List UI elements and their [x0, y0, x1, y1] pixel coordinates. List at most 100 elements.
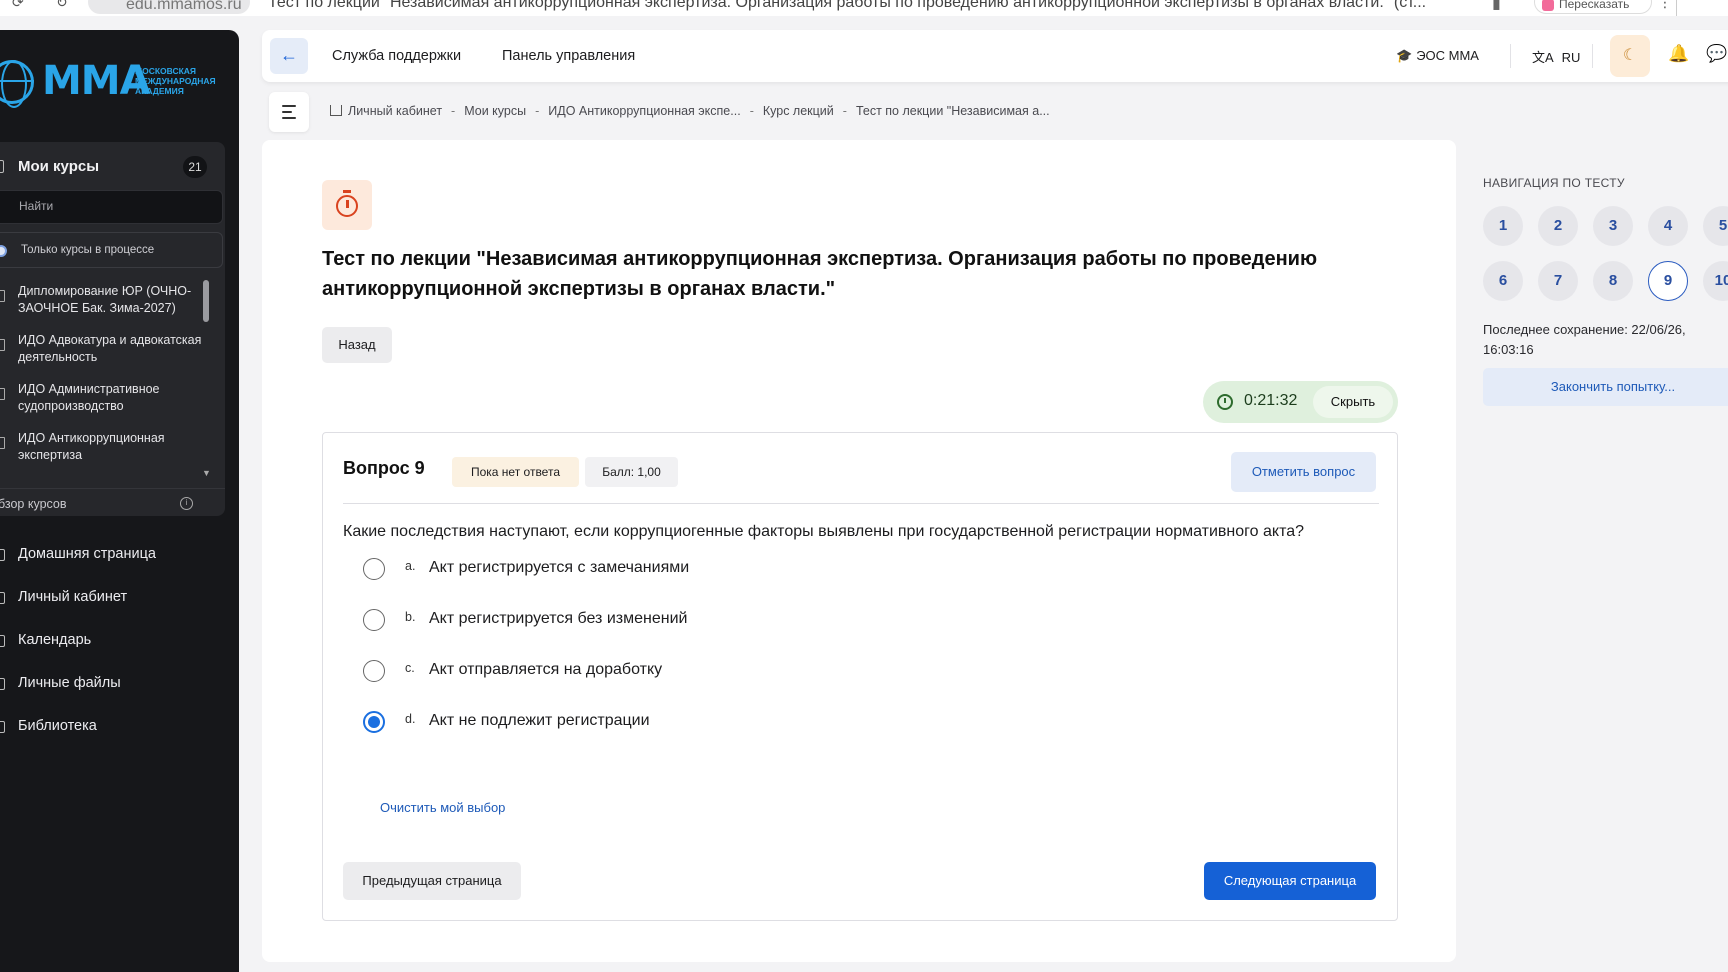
- logo-text: ММА: [42, 58, 151, 104]
- library-icon: [0, 721, 5, 733]
- sidebar-item-label: Личные файлы: [18, 675, 121, 691]
- question-nav-button[interactable]: 3: [1593, 206, 1633, 246]
- reload-icon[interactable]: ⟳: [12, 0, 24, 11]
- course-item[interactable]: Дипломирование ЮР (ОЧНО-ЗАОЧНОЕ Бак. Зим…: [0, 278, 215, 327]
- sidebar-item-files[interactable]: Личные файлы: [0, 665, 239, 708]
- language-switcher[interactable]: 文A RU: [1532, 47, 1580, 66]
- option-letter: d.: [405, 712, 416, 726]
- option-letter: c.: [405, 661, 415, 675]
- my-courses-header[interactable]: Мои курсы 21: [0, 156, 215, 178]
- question-nav-button[interactable]: 10: [1703, 261, 1728, 301]
- clock-icon: [1217, 394, 1233, 410]
- back-button[interactable]: Назад: [322, 327, 392, 363]
- retell-label: Пересказать: [1559, 0, 1630, 11]
- support-link[interactable]: Служба поддержки: [332, 48, 461, 64]
- sidebar-item-home[interactable]: Домашняя страница: [0, 536, 239, 579]
- info-icon[interactable]: i: [180, 497, 193, 510]
- breadcrumb-item[interactable]: Мои курсы: [464, 104, 526, 118]
- question-nav-button[interactable]: 6: [1483, 261, 1523, 301]
- flag-question-button[interactable]: Отметить вопрос: [1231, 452, 1376, 492]
- sidebar-item-label: Личный кабинет: [18, 589, 128, 605]
- sidebar-item-calendar[interactable]: Календарь: [0, 622, 239, 665]
- calendar-icon: [0, 635, 5, 647]
- option-letter: b.: [405, 610, 416, 624]
- sidebar: ММА Московская международная академия Мо…: [0, 30, 239, 972]
- course-item[interactable]: ИДО Антикоррупционная экспертиза: [0, 425, 215, 474]
- translate-icon: 文A: [1532, 50, 1554, 65]
- next-page-button[interactable]: Следующая страница: [1204, 862, 1376, 900]
- radio-button[interactable]: [363, 609, 385, 631]
- radio-button-selected[interactable]: [363, 711, 385, 733]
- home-page-icon: [0, 549, 5, 561]
- bookmark-icon[interactable]: ▮: [1492, 0, 1501, 13]
- breadcrumb-item[interactable]: Курс лекций: [763, 104, 834, 118]
- filter-toggle[interactable]: [0, 245, 7, 257]
- dashboard-link[interactable]: Панель управления: [502, 48, 635, 64]
- question-nav-button[interactable]: 1: [1483, 206, 1523, 246]
- messages-icon[interactable]: 💬: [1706, 44, 1727, 64]
- question-nav-button[interactable]: 5: [1703, 206, 1728, 246]
- question-nav-button[interactable]: 2: [1538, 206, 1578, 246]
- breadcrumb-item[interactable]: Тест по лекции "Независимая а...: [856, 104, 1050, 118]
- course-search-input[interactable]: [19, 199, 199, 213]
- course-item[interactable]: ИДО Административное судопроизводство: [0, 376, 215, 425]
- drawer-toggle-button[interactable]: [269, 92, 309, 132]
- answer-option-b[interactable]: b. Акт регистрируется без изменений: [363, 605, 963, 635]
- browser-toolbar: ⟳ ↻ edu.mmamos.ru Тест по лекции "Незави…: [0, 0, 1728, 16]
- back-arrow-button[interactable]: ←: [270, 38, 308, 74]
- eos-label: ЭОС ММА: [1416, 48, 1479, 63]
- option-text[interactable]: Акт не подлежит регистрации: [429, 712, 650, 730]
- book-icon: [0, 437, 5, 449]
- breadcrumb-separator: -: [842, 104, 847, 118]
- option-text[interactable]: Акт регистрируется с замечаниями: [429, 559, 689, 577]
- sidebar-item-library[interactable]: Библиотека: [0, 708, 239, 751]
- header-divider: [1510, 44, 1511, 68]
- answer-option-c[interactable]: c. Акт отправляется на доработку: [363, 656, 963, 686]
- home-icon[interactable]: [330, 105, 342, 116]
- course-label: ИДО Административное судопроизводство: [18, 382, 160, 413]
- browser-menu-icon[interactable]: ⋮: [1658, 0, 1672, 11]
- option-text[interactable]: Акт отправляется на доработку: [429, 661, 662, 679]
- stopwatch-ring: [336, 195, 358, 217]
- logo[interactable]: ММА Московская международная академия: [0, 54, 220, 114]
- answer-option-d[interactable]: d. Акт не подлежит регистрации: [363, 707, 963, 737]
- language-label: RU: [1561, 50, 1581, 65]
- stopwatch-knob: [343, 190, 351, 193]
- option-text[interactable]: Акт регистрируется без изменений: [429, 610, 687, 628]
- bell-icon[interactable]: 🔔: [1668, 44, 1689, 64]
- sidebar-item-label: Домашняя страница: [18, 546, 156, 562]
- question-nav-button[interactable]: 7: [1538, 261, 1578, 301]
- course-list-scrollbar[interactable]: [203, 280, 209, 322]
- book-icon: [0, 339, 5, 351]
- globe-logo-icon: [0, 60, 34, 108]
- breadcrumb-item[interactable]: Личный кабинет: [348, 104, 442, 118]
- radio-button[interactable]: [363, 558, 385, 580]
- scroll-down-icon[interactable]: ▼: [202, 468, 211, 478]
- retell-icon: [1542, 0, 1554, 11]
- hide-timer-button[interactable]: Скрыть: [1313, 386, 1393, 418]
- quiz-timer: 0:21:32 Скрыть: [1203, 381, 1398, 423]
- question-nav-button[interactable]: 8: [1593, 261, 1633, 301]
- question-nav-button[interactable]: 4: [1648, 206, 1688, 246]
- course-item[interactable]: ИДО Адвокатура и адвокатская деятельност…: [0, 327, 215, 376]
- finish-attempt-button[interactable]: Закончить попытку...: [1483, 368, 1728, 406]
- radio-button[interactable]: [363, 660, 385, 682]
- breadcrumb-item[interactable]: ИДО Антикоррупционная экспе...: [548, 104, 740, 118]
- answer-option-a[interactable]: a. Акт регистрируется с замечаниями: [363, 554, 963, 584]
- course-label: ИДО Антикоррупционная экспертиза: [18, 431, 165, 462]
- dark-mode-toggle[interactable]: ☾: [1610, 35, 1650, 77]
- question-nav-button-current[interactable]: 9: [1648, 261, 1688, 301]
- refresh-icon[interactable]: ↻: [56, 0, 68, 11]
- previous-page-button[interactable]: Предыдущая страница: [343, 862, 521, 900]
- sidebar-item-account[interactable]: Личный кабинет: [0, 579, 239, 622]
- clear-choice-link[interactable]: Очистить мой выбор: [380, 800, 505, 815]
- test-navigation: НАВИГАЦИЯ ПО ТЕСТУ 1 2 3 4 5 6 7 8 9 10 …: [1483, 140, 1728, 540]
- in-progress-filter[interactable]: Только курсы в процессе: [0, 232, 223, 268]
- eos-link[interactable]: 🎓 ЭОС ММА: [1396, 48, 1479, 64]
- account-icon: [0, 592, 5, 604]
- arrow-left-icon: ←: [280, 45, 298, 65]
- courses-overview[interactable]: бзор курсов i: [0, 488, 225, 516]
- score-badge: Балл: 1,00: [585, 457, 678, 487]
- retell-button[interactable]: Пересказать: [1534, 0, 1652, 14]
- address-bar[interactable]: edu.mmamos.ru: [88, 0, 250, 14]
